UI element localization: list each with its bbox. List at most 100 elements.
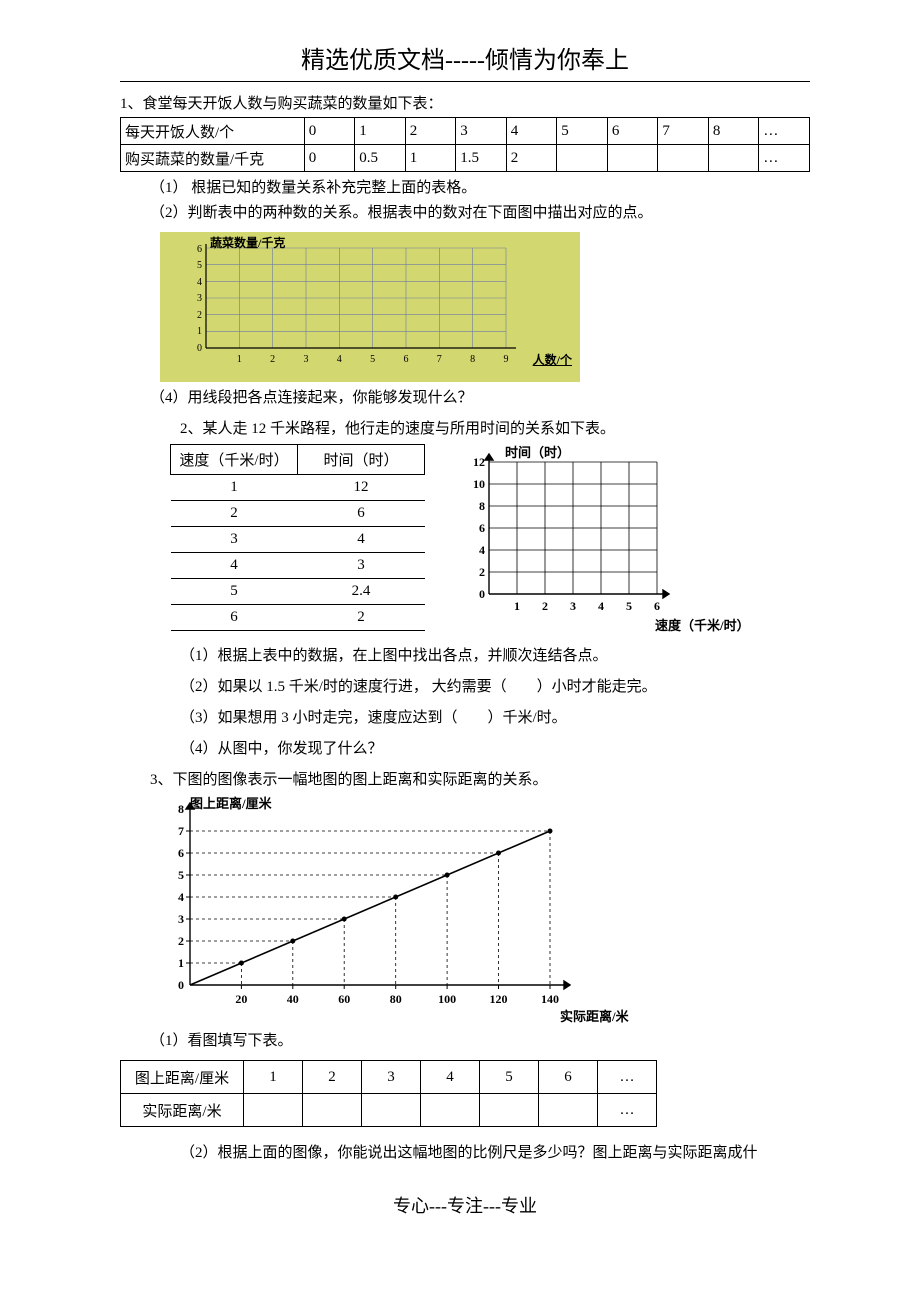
q3-xlabel: 实际距离/米: [560, 1006, 629, 1025]
svg-text:2: 2: [270, 354, 275, 365]
q3-intro: 3、下图的图像表示一幅地图的图上距离和实际距离的关系。: [120, 768, 810, 789]
q3-p2: （2）根据上面的图像，你能说出这幅地图的比例尺是多少吗？图上距离与实际距离成什: [120, 1141, 810, 1162]
cell: 3: [171, 527, 298, 553]
q3-p1: （1）看图填写下表。: [120, 1029, 810, 1050]
q1-intro: 1、食堂每天开饭人数与购买蔬菜的数量如下表：: [120, 92, 810, 113]
q1-row1-label: 每天开饭人数/个: [121, 118, 305, 145]
cell: 6: [607, 118, 658, 145]
svg-text:120: 120: [490, 992, 508, 1006]
cell: 6: [539, 1061, 598, 1094]
svg-text:0: 0: [197, 343, 202, 354]
q1-table: 每天开饭人数/个 0 1 2 3 4 5 6 7 8 … 购买蔬菜的数量/千克 …: [120, 117, 810, 172]
cell: …: [598, 1061, 657, 1094]
table-row: 实际距离/米 …: [121, 1094, 657, 1127]
svg-text:20: 20: [235, 992, 247, 1006]
q2-p3: （3）如果想用 3 小时走完，速度应达到（ ）千米/时。: [120, 706, 810, 727]
cell: 1.5: [456, 145, 507, 172]
cell: 3: [456, 118, 507, 145]
cell: 2: [303, 1061, 362, 1094]
cell: 3: [362, 1061, 421, 1094]
cell: 5: [480, 1061, 539, 1094]
cell: …: [598, 1094, 657, 1127]
svg-text:1: 1: [178, 956, 184, 970]
table-row: 速度（千米/时） 时间（时）: [171, 445, 425, 475]
svg-text:5: 5: [178, 868, 184, 882]
cell: 8: [708, 118, 759, 145]
svg-text:6: 6: [178, 846, 184, 860]
q2-xlabel: 速度（千米/时）: [655, 615, 750, 634]
q1-chart: 蔬菜数量/千克: [160, 232, 580, 382]
cell: 4: [421, 1061, 480, 1094]
svg-text:5: 5: [197, 260, 202, 271]
svg-text:7: 7: [178, 824, 184, 838]
cell: 0: [304, 145, 355, 172]
cell: 2: [506, 145, 557, 172]
cell: 2: [405, 118, 456, 145]
svg-text:0: 0: [178, 978, 184, 992]
cell: 6: [171, 605, 298, 631]
cell: 1: [171, 475, 298, 501]
cell: [658, 145, 709, 172]
svg-text:6: 6: [404, 354, 409, 365]
svg-text:8: 8: [470, 354, 475, 365]
q2-wrap: 速度（千米/时） 时间（时） 112 26 34 43 52.4 62 时间（时…: [170, 444, 810, 634]
table-row: 34: [171, 527, 425, 553]
q1-p2: （2）判断表中的两种数的关系。根据表中的数对在下面图中描出对应的点。: [120, 201, 810, 222]
q1-p1: （1） 根据已知的数量关系补充完整上面的表格。: [120, 176, 810, 197]
q3t-row2-label: 实际距离/米: [121, 1094, 244, 1127]
svg-text:6: 6: [654, 599, 660, 613]
q2-intro: 2、某人走 12 千米路程，他行走的速度与所用时间的关系如下表。: [120, 417, 810, 438]
table-row: 每天开饭人数/个 0 1 2 3 4 5 6 7 8 …: [121, 118, 810, 145]
cell: 0.5: [355, 145, 406, 172]
page-title: 精选优质文档-----倾情为你奉上: [120, 40, 810, 75]
cell: 7: [658, 118, 709, 145]
q1-row2-label: 购买蔬菜的数量/千克: [121, 145, 305, 172]
svg-text:5: 5: [626, 599, 632, 613]
svg-text:1: 1: [237, 354, 242, 365]
svg-text:2: 2: [178, 934, 184, 948]
table-row: 52.4: [171, 579, 425, 605]
cell: 1: [405, 145, 456, 172]
q2-table: 速度（千米/时） 时间（时） 112 26 34 43 52.4 62: [170, 444, 425, 631]
q2-p2: （2）如果以 1.5 千米/时的速度行进， 大约需要（ ）小时才能走完。: [120, 675, 810, 696]
svg-text:140: 140: [541, 992, 559, 1006]
svg-text:1: 1: [197, 326, 202, 337]
cell: 2: [298, 605, 425, 631]
cell: [607, 145, 658, 172]
cell: [708, 145, 759, 172]
cell: 4: [298, 527, 425, 553]
svg-text:2: 2: [479, 565, 485, 579]
q1-p4: （4）用线段把各点连接起来，你能够发现什么？: [120, 386, 810, 407]
svg-text:3: 3: [197, 293, 202, 304]
cell: [303, 1094, 362, 1127]
table-row: 图上距离/厘米 1 2 3 4 5 6 …: [121, 1061, 657, 1094]
svg-text:6: 6: [479, 521, 485, 535]
cell: 6: [298, 501, 425, 527]
cell: 1: [244, 1061, 303, 1094]
q1-xlabel: 人数/个: [533, 351, 572, 368]
cell: 12: [298, 475, 425, 501]
q3t-row1-label: 图上距离/厘米: [121, 1061, 244, 1094]
svg-text:40: 40: [287, 992, 299, 1006]
table-row: 26: [171, 501, 425, 527]
svg-text:80: 80: [390, 992, 402, 1006]
svg-text:4: 4: [598, 599, 604, 613]
q3-fill-table: 图上距离/厘米 1 2 3 4 5 6 … 实际距离/米 …: [120, 1060, 657, 1127]
q2-p1: （1）根据上表中的数据，在上图中找出各点，并顺次连结各点。: [120, 644, 810, 665]
svg-text:2: 2: [542, 599, 548, 613]
svg-text:8: 8: [479, 499, 485, 513]
cell: 4: [506, 118, 557, 145]
svg-text:60: 60: [338, 992, 350, 1006]
svg-text:3: 3: [304, 354, 309, 365]
cell: 5: [557, 118, 608, 145]
q3-ylabel: 图上距离/厘米: [190, 793, 272, 812]
svg-text:2: 2: [197, 310, 202, 321]
cell: 2.4: [298, 579, 425, 605]
svg-text:8: 8: [178, 802, 184, 816]
page: 精选优质文档-----倾情为你奉上 1、食堂每天开饭人数与购买蔬菜的数量如下表：…: [0, 0, 920, 1258]
table-row: 43: [171, 553, 425, 579]
table-row: 购买蔬菜的数量/千克 0 0.5 1 1.5 2 …: [121, 145, 810, 172]
cell: [539, 1094, 598, 1127]
svg-text:4: 4: [337, 354, 342, 365]
q2-hdr-speed: 速度（千米/时）: [171, 445, 298, 475]
